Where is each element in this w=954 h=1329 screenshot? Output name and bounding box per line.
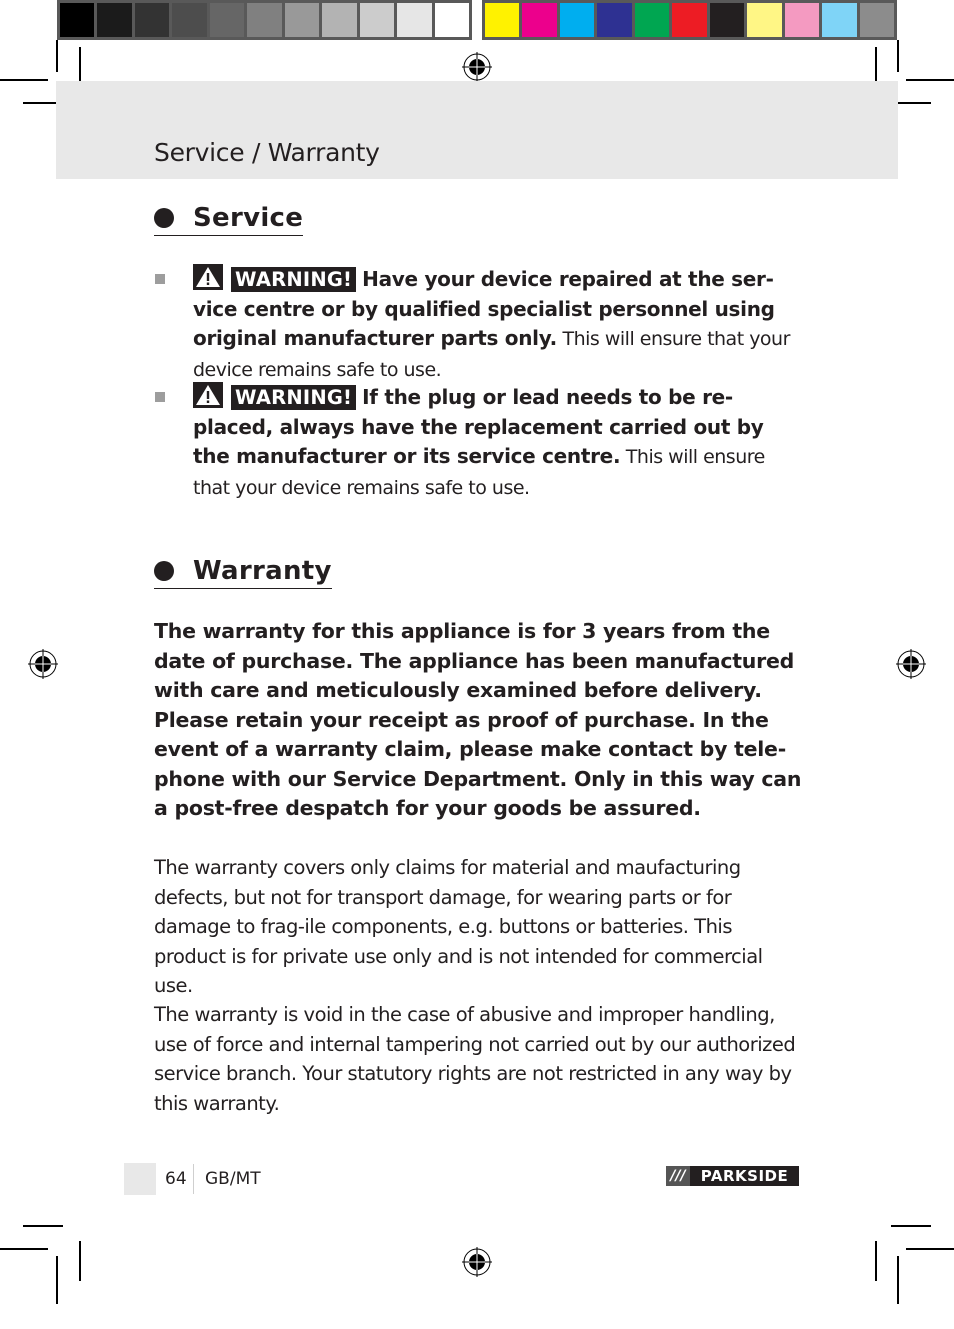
- service-heading: Service: [154, 203, 304, 236]
- registration-mark-icon: [462, 1247, 492, 1277]
- color-swatch: [134, 3, 170, 37]
- page-number-box: [124, 1163, 156, 1195]
- color-swatch: [247, 3, 282, 37]
- color-swatch: [97, 3, 132, 37]
- bullet-dot-icon: [154, 208, 174, 228]
- color-swatch: [284, 3, 320, 37]
- crop-mark: [891, 1225, 931, 1227]
- color-swatch: [60, 3, 95, 37]
- language-code: GB/MT: [205, 1169, 261, 1189]
- registration-mark-icon: [28, 649, 58, 679]
- service-warning-item: WARNING! If the plug or lead needs to be …: [155, 382, 803, 503]
- crop-mark: [79, 1241, 81, 1281]
- crop-mark: [0, 1248, 48, 1250]
- crop-mark: [906, 79, 954, 81]
- warranty-heading: Warranty: [154, 556, 332, 589]
- warranty-heading-text: Warranty: [193, 556, 332, 586]
- color-swatch: [747, 3, 782, 37]
- color-swatch: [672, 3, 707, 37]
- color-swatch: [859, 3, 894, 37]
- color-swatch: [397, 3, 432, 37]
- color-swatch: [597, 3, 632, 37]
- service-warning-item: WARNING! Have your device repaired at the…: [155, 264, 803, 385]
- crop-mark: [906, 1248, 954, 1250]
- crop-mark: [875, 1241, 877, 1281]
- grayscale-color-bar: [57, 0, 472, 40]
- color-swatch: [209, 3, 245, 37]
- warranty-coverage-paragraph: The warranty covers only claims for mate…: [154, 856, 763, 997]
- color-swatch: [784, 3, 820, 37]
- color-swatch: [172, 3, 207, 37]
- crop-mark: [0, 79, 48, 81]
- warning-label: WARNING!: [231, 267, 357, 292]
- logo-name: PARKSIDE: [690, 1166, 799, 1186]
- footer-divider: [193, 1164, 194, 1194]
- process-color-bar: [482, 0, 897, 40]
- service-heading-text: Service: [193, 203, 304, 233]
- crop-mark: [56, 40, 58, 72]
- color-swatch: [522, 3, 557, 37]
- bullet-dot-icon: [154, 561, 174, 581]
- registration-mark-icon: [462, 52, 492, 82]
- color-swatch: [359, 3, 395, 37]
- color-swatch: [559, 3, 595, 37]
- page-header-title: Service / Warranty: [154, 138, 380, 167]
- crop-mark: [897, 40, 899, 72]
- warranty-void-paragraph: The warranty is void in the case of abus…: [154, 1003, 796, 1115]
- registration-mark-icon: [896, 649, 926, 679]
- crop-mark: [897, 1256, 899, 1304]
- color-swatch: [709, 3, 745, 37]
- warning-label: WARNING!: [231, 385, 357, 410]
- square-bullet-icon: [155, 274, 165, 284]
- page-number: 64: [165, 1169, 187, 1189]
- warranty-bold-paragraph: The warranty for this appliance is for 3…: [154, 619, 802, 820]
- crop-mark: [56, 1256, 58, 1304]
- color-swatch: [485, 3, 520, 37]
- color-swatch: [322, 3, 357, 37]
- color-swatch: [822, 3, 857, 37]
- parkside-logo: /// PARKSIDE: [666, 1166, 799, 1186]
- crop-mark: [23, 1225, 63, 1227]
- color-swatch: [634, 3, 670, 37]
- warning-triangle-icon: [193, 382, 223, 408]
- logo-slashes: ///: [666, 1166, 690, 1186]
- square-bullet-icon: [155, 392, 165, 402]
- color-swatch: [434, 3, 469, 37]
- warning-triangle-icon: [193, 264, 223, 290]
